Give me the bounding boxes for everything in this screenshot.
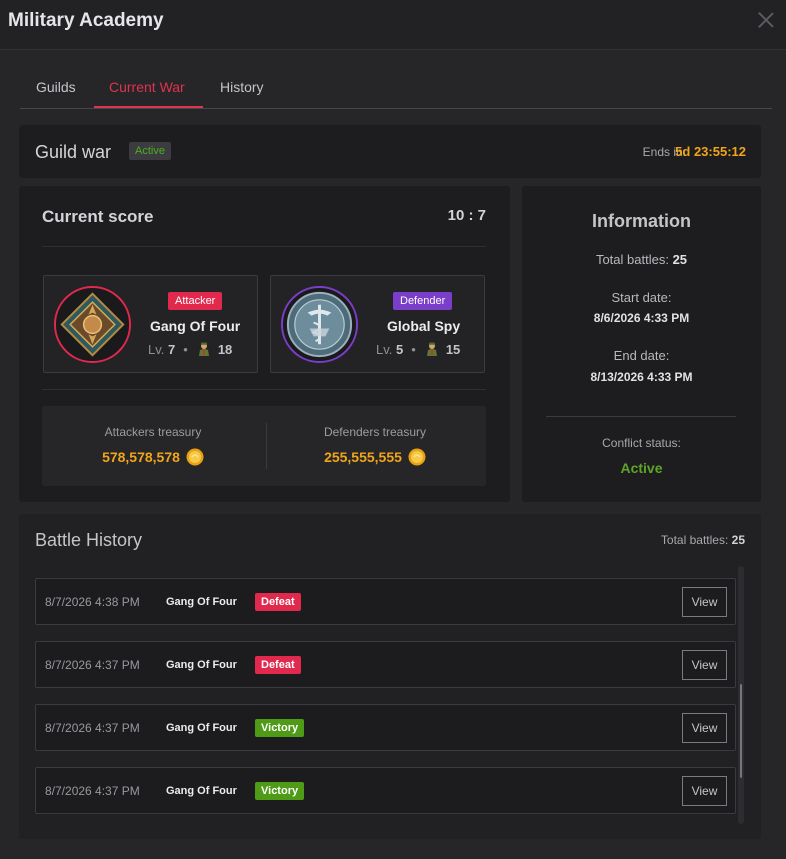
attacker-level: 7 bbox=[168, 342, 176, 357]
view-battle-button[interactable]: View bbox=[682, 776, 727, 806]
guild-war-title: Guild war bbox=[35, 142, 112, 162]
soldier-icon bbox=[426, 342, 437, 356]
battle-history-title: Battle History bbox=[35, 530, 143, 550]
attacker-members: 18 bbox=[217, 342, 233, 357]
scrollbar-thumb[interactable] bbox=[740, 684, 742, 778]
attacker-guild-meta: Lv. 7 • 18 bbox=[148, 342, 233, 357]
defender-guild-card[interactable]: Defender Global Spy Lv. 5 • 15 bbox=[270, 275, 485, 373]
information-title: Information bbox=[592, 211, 691, 231]
battle-date: 8/7/2026 4:37 PM bbox=[45, 721, 140, 735]
guild-war-header: Guild war Active Ends in: 5d 23:55:12 bbox=[19, 125, 761, 178]
defender-guild-meta: Lv. 5 • 15 bbox=[376, 342, 461, 357]
battle-history-panel: Battle History Total battles: 25 8/7/202… bbox=[19, 514, 761, 839]
conflict-status-value: Active bbox=[620, 460, 663, 476]
score-value: 10 : 7 bbox=[447, 207, 486, 224]
gold-coin-icon bbox=[186, 448, 204, 466]
window-title: Military Academy bbox=[8, 10, 164, 31]
total-battles-value: 25 bbox=[672, 252, 688, 267]
divider bbox=[42, 246, 486, 247]
battle-result-badge: Defeat bbox=[255, 593, 301, 611]
close-icon[interactable] bbox=[756, 10, 776, 30]
view-battle-button[interactable]: View bbox=[682, 713, 727, 743]
gold-coin-icon bbox=[408, 448, 426, 466]
active-tab-indicator bbox=[94, 106, 203, 108]
tab-current-war[interactable]: Current War bbox=[109, 79, 185, 95]
defenders-treasury-value-row: 255,555,555 bbox=[264, 448, 486, 466]
battle-row: 8/7/2026 4:37 PM Gang Of Four Victory Vi… bbox=[35, 767, 736, 814]
total-battles-label: Total battles: bbox=[595, 252, 669, 267]
current-score-title: Current score bbox=[42, 207, 154, 226]
battle-result-badge: Victory bbox=[255, 719, 305, 737]
battle-history-total-value: 25 bbox=[731, 533, 745, 547]
defender-role-badge: Defender bbox=[393, 292, 453, 310]
information-panel: Information Total battles: 25 Start date… bbox=[522, 186, 761, 502]
attacker-emblem-icon bbox=[53, 285, 132, 364]
attacker-guild-card[interactable]: Attacker Gang Of Four Lv. 7 • 18 bbox=[43, 275, 258, 373]
battle-history-scrollbar[interactable] bbox=[738, 566, 744, 824]
defenders-treasury-label: Defenders treasury bbox=[323, 425, 427, 439]
battle-row: 8/7/2026 4:37 PM Gang Of Four Victory Vi… bbox=[35, 704, 736, 751]
battle-guild: Gang Of Four bbox=[166, 659, 237, 671]
battle-row: 8/7/2026 4:37 PM Gang Of Four Defeat Vie… bbox=[35, 641, 736, 688]
defender-emblem-icon bbox=[280, 285, 359, 364]
start-date-label: Start date: bbox=[611, 290, 672, 305]
soldier-icon bbox=[198, 342, 209, 356]
battle-history-total-label: Total battles: bbox=[660, 533, 729, 547]
battle-result-badge: Defeat bbox=[255, 656, 301, 674]
conflict-status-label: Conflict status: bbox=[602, 436, 681, 450]
start-date-value: 8/6/2026 4:33 PM bbox=[593, 311, 690, 325]
attackers-treasury-label: Attackers treasury bbox=[104, 425, 202, 439]
tab-history[interactable]: History bbox=[220, 79, 264, 95]
title-bar: Military Academy bbox=[0, 0, 786, 50]
divider bbox=[42, 389, 486, 390]
battle-result-badge: Victory bbox=[255, 782, 305, 800]
battle-guild: Gang Of Four bbox=[166, 785, 237, 797]
attackers-treasury-value-row: 578,578,578 bbox=[42, 448, 264, 466]
ends-in-timer: 5d 23:55:12 bbox=[675, 144, 746, 159]
defenders-treasury-value: 255,555,555 bbox=[324, 449, 402, 465]
level-label: Lv. bbox=[148, 342, 165, 357]
total-battles-row: Total battles: 25 bbox=[522, 252, 761, 267]
attacker-role-badge: Attacker bbox=[168, 292, 223, 310]
defender-guild-name: Global Spy bbox=[387, 318, 461, 334]
tab-bar: Guilds Current War History bbox=[20, 67, 772, 109]
battle-date: 8/7/2026 4:37 PM bbox=[45, 658, 140, 672]
defender-level: 5 bbox=[396, 342, 404, 357]
view-battle-button[interactable]: View bbox=[682, 587, 727, 617]
battle-guild: Gang Of Four bbox=[166, 596, 237, 608]
defenders-treasury: Defenders treasury 255,555,555 bbox=[264, 406, 486, 486]
battle-date: 8/7/2026 4:37 PM bbox=[45, 784, 140, 798]
level-label: Lv. bbox=[376, 342, 393, 357]
end-date-value: 8/13/2026 4:33 PM bbox=[590, 370, 693, 384]
battle-history-total: Total battles: 25 bbox=[661, 533, 745, 547]
view-battle-button[interactable]: View bbox=[682, 650, 727, 680]
defender-members: 15 bbox=[445, 342, 461, 357]
divider bbox=[546, 416, 736, 417]
attacker-guild-name: Gang Of Four bbox=[150, 318, 241, 334]
tab-guilds[interactable]: Guilds bbox=[36, 79, 76, 95]
current-score-panel: Current score 10 : 7 Attacker Gang Of Fo… bbox=[19, 186, 510, 502]
attackers-treasury-value: 578,578,578 bbox=[102, 449, 180, 465]
treasury-box: Attackers treasury 578,578,578 Defenders… bbox=[42, 406, 486, 486]
end-date-label: End date: bbox=[613, 348, 670, 363]
battle-guild: Gang Of Four bbox=[166, 722, 237, 734]
battle-date: 8/7/2026 4:38 PM bbox=[45, 595, 140, 609]
battle-row: 8/7/2026 4:38 PM Gang Of Four Defeat Vie… bbox=[35, 578, 736, 625]
attackers-treasury: Attackers treasury 578,578,578 bbox=[42, 406, 264, 486]
war-status-badge: Active bbox=[129, 142, 171, 160]
